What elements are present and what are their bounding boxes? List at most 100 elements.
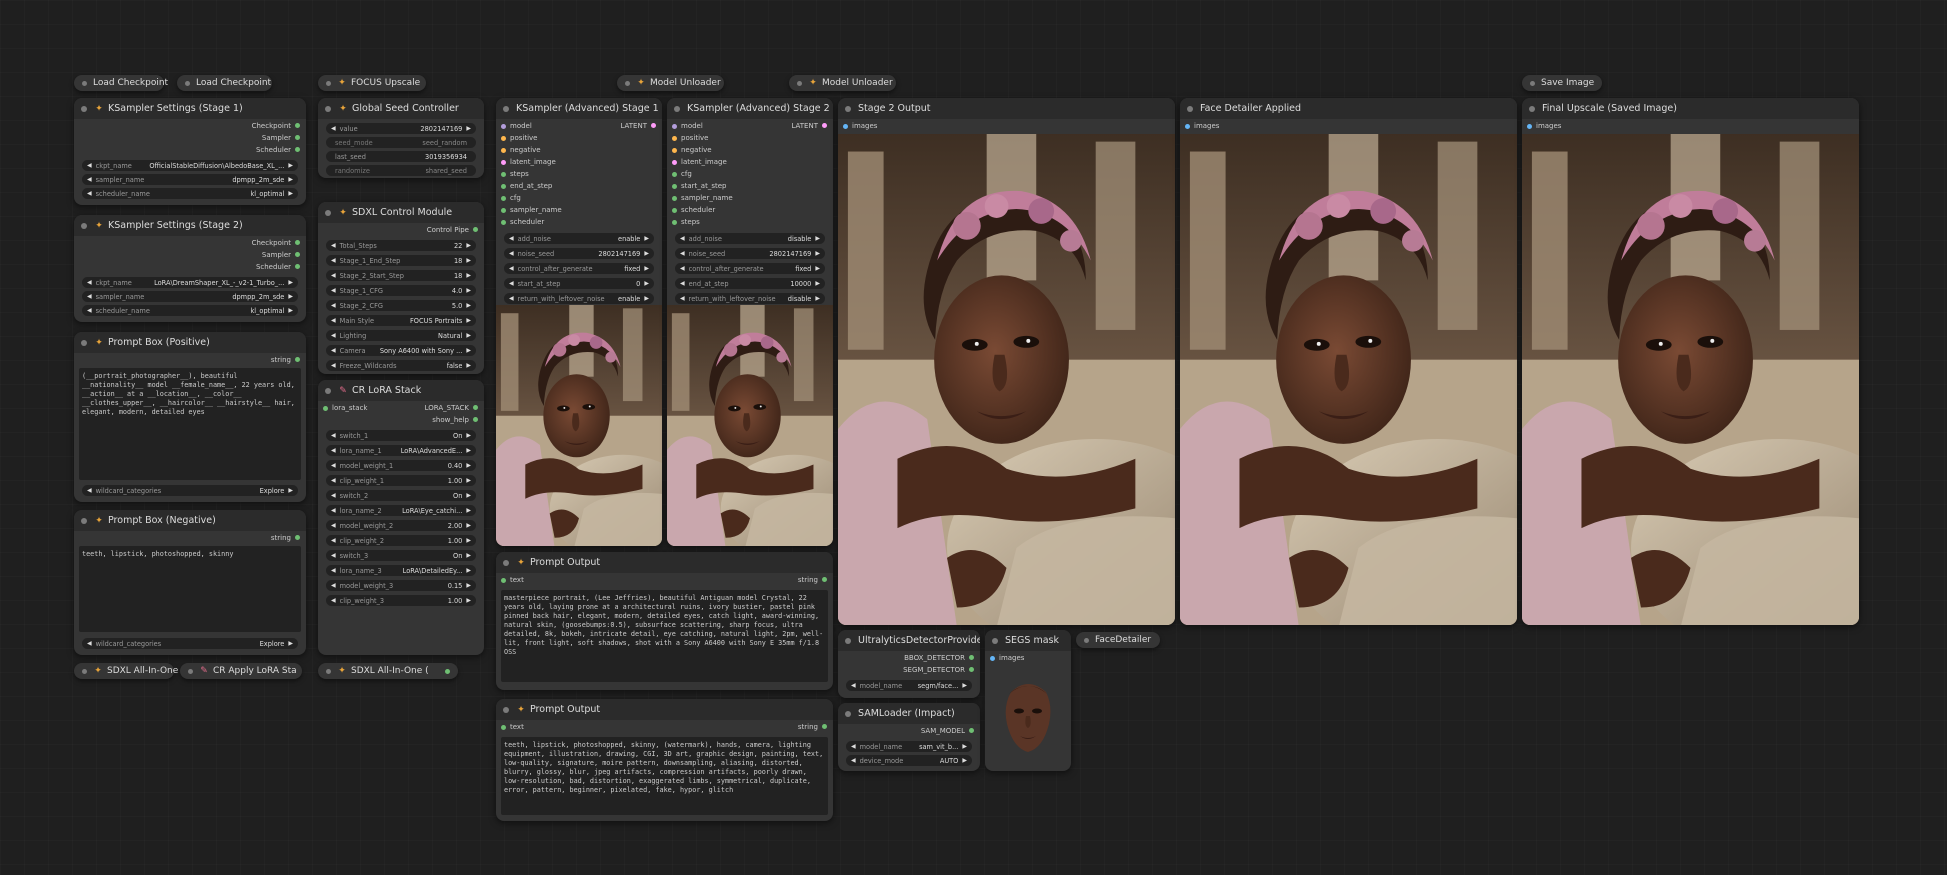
- input-socket[interactable]: [672, 220, 677, 225]
- node-prompt-box-negative[interactable]: ✦ Prompt Box (Negative) string teeth, lip…: [74, 510, 306, 655]
- decrement-arrow-icon[interactable]: ◀: [331, 125, 336, 132]
- collapse-dot[interactable]: [185, 80, 190, 86]
- increment-arrow-icon[interactable]: ▶: [466, 597, 471, 604]
- output-string[interactable]: string: [271, 356, 300, 365]
- output-string[interactable]: string: [798, 576, 827, 585]
- increment-arrow-icon[interactable]: ▶: [644, 235, 649, 242]
- output-socket[interactable]: [969, 667, 974, 672]
- input-sampler-name[interactable]: sampler_name: [501, 206, 562, 215]
- node-header[interactable]: ✦ SDXL Control Module: [318, 202, 484, 223]
- input-steps[interactable]: steps: [501, 170, 529, 179]
- increment-arrow-icon[interactable]: ▶: [466, 317, 471, 324]
- collapsed-node-face-detailer[interactable]: FaceDetailer: [1076, 632, 1160, 648]
- decrement-arrow-icon[interactable]: ◀: [509, 235, 514, 242]
- widget-clip-weight-1[interactable]: ◀ clip_weight_1 1.00 ▶: [326, 475, 476, 486]
- collapse-dot[interactable]: [845, 637, 851, 644]
- node-ksampler-settings-stage1[interactable]: ✦ KSampler Settings (Stage 1) Checkpoint …: [74, 98, 306, 205]
- output-sam-model[interactable]: SAM_MODEL: [921, 727, 974, 736]
- output-socket[interactable]: [295, 535, 300, 540]
- collapse-dot[interactable]: [188, 668, 193, 674]
- prompt-output-textarea[interactable]: teeth, lipstick, photoshopped, skinny, (…: [501, 737, 828, 815]
- collapse-dot[interactable]: [82, 80, 87, 86]
- collapsed-node-model-unloader-1[interactable]: ✦ Model Unloader: [617, 75, 724, 91]
- input-model[interactable]: model: [672, 122, 703, 131]
- decrement-arrow-icon[interactable]: ◀: [87, 190, 92, 197]
- node-stage2-output[interactable]: Stage 2 Output images: [838, 98, 1175, 625]
- input-socket[interactable]: [501, 124, 506, 129]
- decrement-arrow-icon[interactable]: ◀: [331, 537, 336, 544]
- input-images[interactable]: images: [990, 654, 1024, 663]
- increment-arrow-icon[interactable]: ▶: [644, 280, 649, 287]
- widget-noise-seed[interactable]: ◀ noise_seed 2802147169 ▶: [504, 248, 654, 259]
- increment-arrow-icon[interactable]: ▶: [288, 279, 293, 286]
- input-latent-image[interactable]: latent_image: [672, 158, 727, 167]
- increment-arrow-icon[interactable]: ▶: [466, 302, 471, 309]
- increment-arrow-icon[interactable]: ▶: [644, 250, 649, 257]
- increment-arrow-icon[interactable]: ▶: [288, 487, 293, 494]
- input-socket[interactable]: [672, 196, 677, 201]
- output-string[interactable]: string: [798, 723, 827, 732]
- output-checkpoint[interactable]: Checkpoint: [252, 122, 300, 131]
- input-socket[interactable]: [672, 124, 677, 129]
- widget-add-noise[interactable]: ◀ add_noise disable ▶: [675, 233, 825, 244]
- collapse-dot[interactable]: [326, 668, 331, 674]
- increment-arrow-icon[interactable]: ▶: [466, 257, 471, 264]
- collapsed-node-sdxl-all-in-one-1[interactable]: ✦ SDXL All-In-One: [74, 663, 178, 679]
- output-show-help[interactable]: show_help: [432, 416, 478, 425]
- decrement-arrow-icon[interactable]: ◀: [331, 597, 336, 604]
- input-socket[interactable]: [501, 148, 506, 153]
- widget-scheduler-name[interactable]: ◀ scheduler_name kl_optimal ▶: [82, 188, 298, 199]
- input-text[interactable]: text: [501, 723, 524, 732]
- collapse-dot[interactable]: [674, 105, 680, 112]
- node-header[interactable]: Final Upscale (Saved Image): [1522, 98, 1859, 119]
- output-socket[interactable]: [822, 724, 827, 729]
- widget-model-weight-3[interactable]: ◀ model_weight_3 0.15 ▶: [326, 580, 476, 591]
- input-socket[interactable]: [672, 136, 677, 141]
- decrement-arrow-icon[interactable]: ◀: [331, 317, 336, 324]
- decrement-arrow-icon[interactable]: ◀: [331, 507, 336, 514]
- output-checkpoint[interactable]: Checkpoint: [252, 239, 300, 248]
- input-socket[interactable]: [501, 208, 506, 213]
- decrement-arrow-icon[interactable]: ◀: [331, 432, 336, 439]
- widget-model-weight-2[interactable]: ◀ model_weight_2 2.00 ▶: [326, 520, 476, 531]
- widget-ckpt-name[interactable]: ◀ ckpt_name OfficialStableDiffusion\Albedo…: [82, 160, 298, 171]
- node-final-upscale[interactable]: Final Upscale (Saved Image) images: [1522, 98, 1859, 625]
- decrement-arrow-icon[interactable]: ◀: [680, 265, 685, 272]
- decrement-arrow-icon[interactable]: ◀: [331, 477, 336, 484]
- widget-sampler-name[interactable]: ◀ sampler_name dpmpp_2m_sde ▶: [82, 174, 298, 185]
- input-socket[interactable]: [501, 184, 506, 189]
- widget-noise-seed[interactable]: ◀ noise_seed 2802147169 ▶: [675, 248, 825, 259]
- collapse-dot[interactable]: [797, 80, 802, 86]
- decrement-arrow-icon[interactable]: ◀: [331, 567, 336, 574]
- widget-lora-name-1[interactable]: ◀ lora_name_1 LoRA\AdvancedE... ▶: [326, 445, 476, 456]
- decrement-arrow-icon[interactable]: ◀: [851, 757, 856, 764]
- collapse-dot[interactable]: [1529, 105, 1535, 112]
- increment-arrow-icon[interactable]: ▶: [815, 280, 820, 287]
- decrement-arrow-icon[interactable]: ◀: [851, 682, 856, 689]
- input-images[interactable]: images: [1185, 122, 1219, 131]
- widget-device-mode[interactable]: ◀ device_mode AUTO ▶: [846, 755, 972, 766]
- input-socket[interactable]: [323, 406, 328, 411]
- widget-model-name[interactable]: ◀ model_name segm/face... ▶: [846, 680, 972, 691]
- decrement-arrow-icon[interactable]: ◀: [331, 552, 336, 559]
- node-header[interactable]: KSampler (Advanced) Stage 2: [667, 98, 833, 119]
- input-lora-stack[interactable]: lora_stack: [323, 404, 367, 413]
- increment-arrow-icon[interactable]: ▶: [644, 265, 649, 272]
- node-header[interactable]: ✎ CR LoRA Stack: [318, 380, 484, 401]
- collapse-dot[interactable]: [845, 710, 851, 717]
- output-socket[interactable]: [969, 728, 974, 733]
- widget-lora-name-3[interactable]: ◀ lora_name_3 LoRA\DetailedEy... ▶: [326, 565, 476, 576]
- widget-total-steps[interactable]: ◀ Total_Steps 22 ▶: [326, 240, 476, 251]
- node-header[interactable]: ✦ KSampler Settings (Stage 1): [74, 98, 306, 119]
- input-latent-image[interactable]: latent_image: [501, 158, 556, 167]
- node-sdxl-control-module[interactable]: ✦ SDXL Control Module Control Pipe ◀ Total…: [318, 202, 484, 374]
- node-header[interactable]: ✦ Prompt Output: [496, 552, 833, 573]
- widget-clip-weight-3[interactable]: ◀ clip_weight_3 1.00 ▶: [326, 595, 476, 606]
- collapse-dot[interactable]: [992, 637, 998, 644]
- widget-main-style[interactable]: ◀ Main Style FOCUS Portraits ▶: [326, 315, 476, 326]
- decrement-arrow-icon[interactable]: ◀: [87, 293, 92, 300]
- input-socket[interactable]: [501, 160, 506, 165]
- increment-arrow-icon[interactable]: ▶: [466, 432, 471, 439]
- output-socket[interactable]: [295, 240, 300, 245]
- increment-arrow-icon[interactable]: ▶: [466, 522, 471, 529]
